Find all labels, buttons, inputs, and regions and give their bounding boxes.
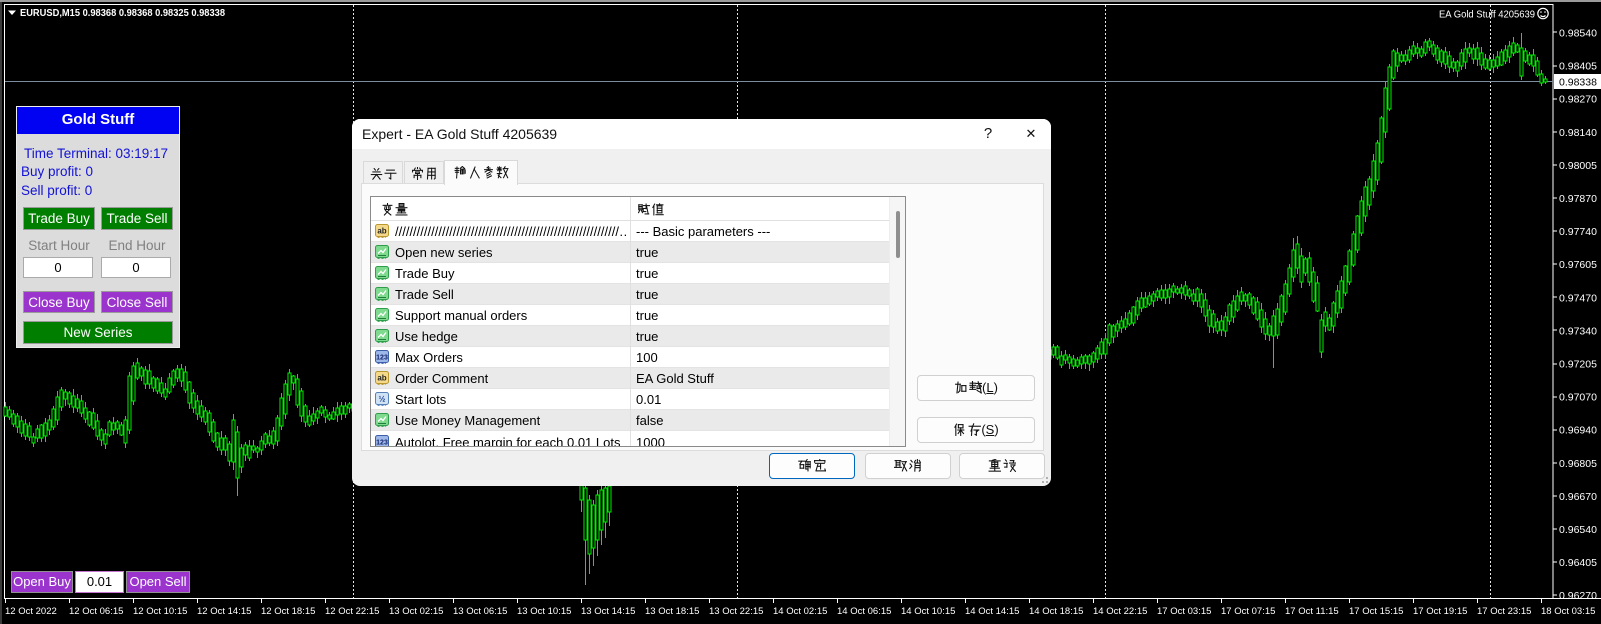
svg-text:0.98270: 0.98270 — [1559, 94, 1597, 106]
svg-text:14 Oct 22:15: 14 Oct 22:15 — [1093, 606, 1147, 617]
svg-text:0.98140: 0.98140 — [1559, 127, 1597, 139]
svg-text:0.98540: 0.98540 — [1559, 28, 1597, 40]
svg-text:ab: ab — [377, 226, 386, 235]
svg-text:ab: ab — [377, 374, 386, 383]
svg-text:13 Oct 10:15: 13 Oct 10:15 — [517, 606, 571, 617]
svg-text:EA Gold Stuff 4205639: EA Gold Stuff 4205639 — [1439, 9, 1535, 21]
svg-text:0.96670: 0.96670 — [1559, 491, 1597, 503]
svg-text:0.96405: 0.96405 — [1559, 557, 1597, 569]
svg-text:17 Oct 15:15: 17 Oct 15:15 — [1349, 606, 1403, 617]
svg-text:14 Oct 14:15: 14 Oct 14:15 — [965, 606, 1019, 617]
svg-text:123: 123 — [376, 355, 388, 362]
svg-text:12 Oct 06:15: 12 Oct 06:15 — [69, 606, 123, 617]
svg-text:17 Oct 07:15: 17 Oct 07:15 — [1221, 606, 1275, 617]
svg-text:13 Oct 06:15: 13 Oct 06:15 — [453, 606, 507, 617]
svg-text:13 Oct 18:15: 13 Oct 18:15 — [645, 606, 699, 617]
svg-text:17 Oct 19:15: 17 Oct 19:15 — [1413, 606, 1467, 617]
svg-text:123: 123 — [376, 439, 388, 446]
svg-text:13 Oct 22:15: 13 Oct 22:15 — [709, 606, 763, 617]
svg-text:17 Oct 11:15: 17 Oct 11:15 — [1285, 606, 1339, 617]
svg-text:14 Oct 06:15: 14 Oct 06:15 — [837, 606, 891, 617]
svg-text:½: ½ — [379, 395, 386, 404]
svg-text:12 Oct 10:15: 12 Oct 10:15 — [133, 606, 187, 617]
svg-text:12 Oct 2022: 12 Oct 2022 — [5, 606, 57, 617]
svg-text:14 Oct 02:15: 14 Oct 02:15 — [773, 606, 827, 617]
svg-text:0.98338: 0.98338 — [1559, 77, 1597, 89]
svg-text:0.97740: 0.97740 — [1559, 226, 1597, 238]
svg-text:14 Oct 10:15: 14 Oct 10:15 — [901, 606, 955, 617]
svg-text:0.97070: 0.97070 — [1559, 392, 1597, 404]
svg-text:0.96540: 0.96540 — [1559, 524, 1597, 536]
svg-text:0.97205: 0.97205 — [1559, 359, 1597, 371]
svg-text:0.96805: 0.96805 — [1559, 458, 1597, 470]
svg-text:0.97870: 0.97870 — [1559, 193, 1597, 205]
svg-text:0.97470: 0.97470 — [1559, 292, 1597, 304]
svg-text:14 Oct 18:15: 14 Oct 18:15 — [1029, 606, 1083, 617]
svg-text:12 Oct 18:15: 12 Oct 18:15 — [261, 606, 315, 617]
svg-text:13 Oct 02:15: 13 Oct 02:15 — [389, 606, 443, 617]
svg-text:0.96270: 0.96270 — [1559, 590, 1597, 602]
svg-text:12 Oct 22:15: 12 Oct 22:15 — [325, 606, 379, 617]
svg-text:EURUSD,M15 0.98368 0.98368 0.: EURUSD,M15 0.98368 0.98368 0.98325 0.983… — [20, 7, 225, 19]
svg-text:0.97340: 0.97340 — [1559, 325, 1597, 337]
svg-text:12 Oct 14:15: 12 Oct 14:15 — [197, 606, 251, 617]
svg-text:0.96940: 0.96940 — [1559, 425, 1597, 437]
svg-text:17 Oct 23:15: 17 Oct 23:15 — [1477, 606, 1531, 617]
svg-text:13 Oct 14:15: 13 Oct 14:15 — [581, 606, 635, 617]
svg-text:17 Oct 03:15: 17 Oct 03:15 — [1157, 606, 1211, 617]
svg-text:0.97605: 0.97605 — [1559, 259, 1597, 271]
svg-text:0.98005: 0.98005 — [1559, 160, 1597, 172]
svg-text:18 Oct 03:15: 18 Oct 03:15 — [1541, 606, 1595, 617]
svg-text:0.98405: 0.98405 — [1559, 61, 1597, 73]
